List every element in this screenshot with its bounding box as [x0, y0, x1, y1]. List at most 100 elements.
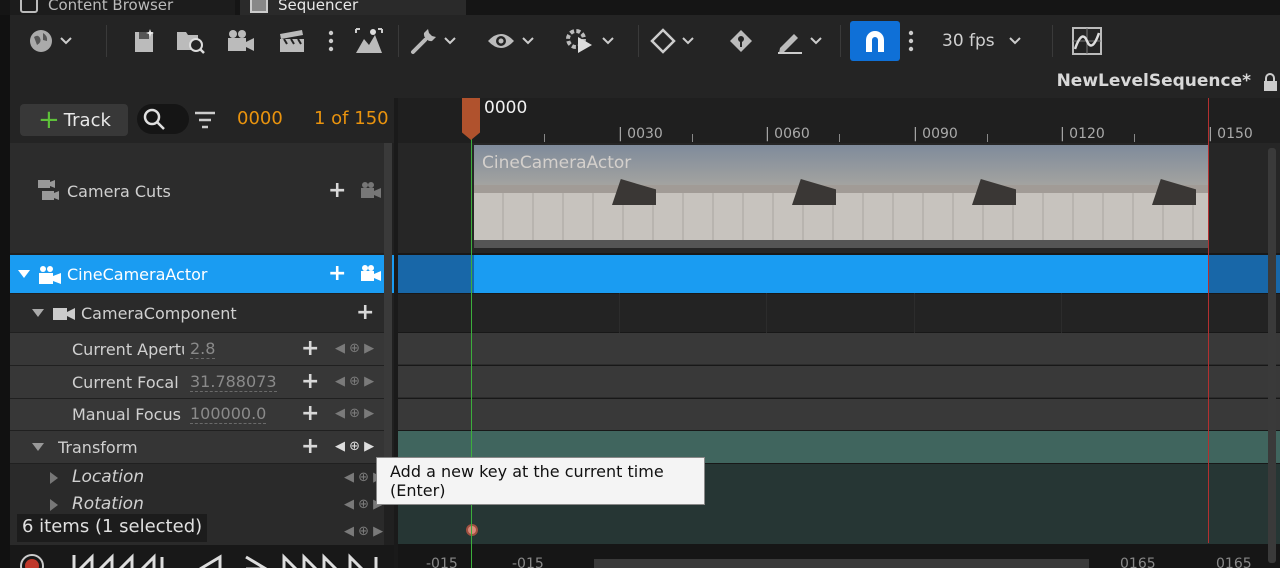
sequence-title-bar: NewLevelSequence*: [10, 67, 1280, 98]
key-navigation-icon[interactable]: ◀ ⊕ ▶: [335, 406, 374, 421]
timeline-vertical-scrollbar[interactable]: [1268, 148, 1276, 563]
render-icon: [355, 28, 383, 53]
camera-icon[interactable]: [360, 264, 382, 282]
grid-line: [914, 293, 915, 333]
shot-thumbnail-floor: [474, 193, 1208, 240]
create-camera-button[interactable]: [226, 23, 256, 59]
tick-label: | 0060: [765, 126, 810, 142]
expand-arrow-icon[interactable]: [50, 499, 58, 511]
framerate-dropdown[interactable]: 30 fps: [942, 23, 1021, 59]
track-row-cine-camera-actor[interactable]: CineCameraActor +: [10, 255, 394, 293]
divider: [638, 25, 639, 57]
snap-options-button[interactable]: [908, 23, 914, 59]
track-label: Current Focal Length: [72, 373, 184, 392]
plus-icon: +: [38, 105, 60, 135]
focal-length-value-field[interactable]: 31.788073: [190, 373, 277, 392]
key-navigation-icon[interactable]: ◀ ⊕ ▶: [335, 374, 374, 389]
camera-icon[interactable]: [360, 181, 382, 199]
track-label: CameraComponent: [81, 304, 237, 323]
world-dropdown[interactable]: [28, 23, 72, 59]
tick-mark: [692, 134, 693, 142]
record-icon[interactable]: [18, 552, 46, 568]
chevron-down-icon: [60, 37, 72, 45]
add-button[interactable]: +: [356, 302, 374, 324]
track-label: Transform: [58, 438, 138, 457]
timeline-horizontal-scrollbar[interactable]: [594, 559, 1089, 568]
browse-icon: [177, 32, 205, 54]
cine-camera-actor-section[interactable]: [474, 255, 1208, 293]
track-row-transform[interactable]: Transform + ◀ ⊕ ▶: [10, 431, 384, 463]
curve-editor-button[interactable]: [1072, 23, 1102, 59]
aperture-lane[interactable]: [398, 333, 1280, 365]
key-navigation-icon[interactable]: ◀ ⊕ ▶: [344, 524, 383, 539]
render-button[interactable]: [354, 23, 384, 59]
add-track-label: Track: [63, 109, 111, 131]
add-button[interactable]: +: [328, 180, 346, 202]
manual-focus-lane[interactable]: [398, 399, 1280, 430]
playhead-handle[interactable]: [462, 98, 480, 140]
outliner-scrollbar[interactable]: [384, 143, 392, 468]
tick-mark: [1134, 134, 1135, 142]
add-track-button[interactable]: + Track: [20, 104, 128, 136]
more-options-button[interactable]: [328, 23, 334, 59]
focal-length-lane[interactable]: [398, 366, 1280, 398]
track-row-camera-component[interactable]: CameraComponent +: [10, 294, 384, 332]
aperture-value-field[interactable]: 2.8: [190, 340, 216, 359]
track-row-location[interactable]: Location ◀ ⊕ ▶: [10, 464, 384, 491]
key-behavior-dropdown[interactable]: [650, 23, 694, 59]
view-range-end[interactable]: 0165: [1216, 556, 1252, 568]
content-browser-icon: [20, 0, 38, 13]
filter-button[interactable]: [194, 111, 216, 133]
playback-buttons-icon[interactable]: [70, 553, 390, 568]
collapse-arrow-icon[interactable]: [32, 443, 44, 451]
tab-sequencer[interactable]: Sequencer: [240, 0, 466, 15]
filter-icon: [195, 111, 215, 129]
edit-tools-dropdown[interactable]: [776, 23, 822, 59]
key-all-button[interactable]: [728, 23, 754, 59]
save-button[interactable]: [134, 23, 156, 59]
add-button[interactable]: +: [328, 263, 346, 285]
tab-content-browser[interactable]: Content Browser: [10, 0, 235, 15]
collapse-arrow-icon[interactable]: [18, 270, 30, 278]
camera-shot-section[interactable]: CineCameraActor: [474, 145, 1208, 240]
collapse-arrow-icon[interactable]: [32, 309, 44, 317]
divider: [106, 25, 107, 57]
time-ruler[interactable]: | 0030 | 0060 | 0090 | 0120 | 0150: [398, 98, 1280, 143]
view-range-start[interactable]: -015: [426, 556, 458, 568]
pencil-icon: [778, 34, 802, 54]
key-navigation-icon[interactable]: ◀ ⊕ ▶: [335, 341, 374, 356]
browse-button[interactable]: [176, 23, 206, 59]
more-icon: [908, 30, 914, 52]
add-key-button[interactable]: +: [301, 403, 319, 425]
keyframe-marker[interactable]: [466, 524, 478, 536]
track-row-current-aperture[interactable]: Current Aperture 2.8 + ◀ ⊕ ▶: [10, 333, 384, 365]
tools-dropdown[interactable]: [410, 23, 456, 59]
expand-arrow-icon[interactable]: [50, 472, 58, 484]
manual-focus-value-field[interactable]: 100000.0: [190, 405, 267, 424]
playback-options-dropdown[interactable]: [564, 23, 614, 59]
current-frame-field[interactable]: 0000: [237, 108, 283, 129]
snap-toggle-button[interactable]: [850, 21, 900, 61]
lock-icon[interactable]: [1263, 73, 1277, 91]
add-key-button[interactable]: +: [301, 338, 319, 360]
working-range-start[interactable]: -015: [512, 556, 544, 568]
tick-label: | 0090: [913, 126, 958, 142]
track-row-camera-cuts[interactable]: Camera Cuts +: [10, 143, 384, 253]
add-key-button[interactable]: +: [301, 436, 319, 458]
magnet-icon: [866, 31, 884, 52]
curve-icon: [1072, 27, 1102, 55]
add-key-button[interactable]: +: [301, 371, 319, 393]
tab-label: Sequencer: [278, 0, 359, 14]
working-range-end[interactable]: 0165: [1120, 556, 1156, 568]
key-navigation-icon[interactable]: ◀ ⊕ ▶: [335, 439, 374, 454]
view-options-dropdown[interactable]: [486, 23, 534, 59]
track-row-current-focal-length[interactable]: Current Focal Length 31.788073 + ◀ ⊕ ▶: [10, 366, 384, 398]
track-label: Location: [72, 467, 145, 487]
track-row-manual-focus[interactable]: Manual Focus 100000.0 + ◀ ⊕ ▶: [10, 399, 384, 430]
render-movie-button[interactable]: [278, 23, 306, 59]
search-button[interactable]: [137, 104, 189, 134]
tick-mark: [987, 134, 988, 142]
frame-range-indicator: 1 of 150: [314, 108, 389, 129]
gear-play-icon: [566, 29, 592, 53]
chevron-down-icon: [1008, 37, 1021, 45]
